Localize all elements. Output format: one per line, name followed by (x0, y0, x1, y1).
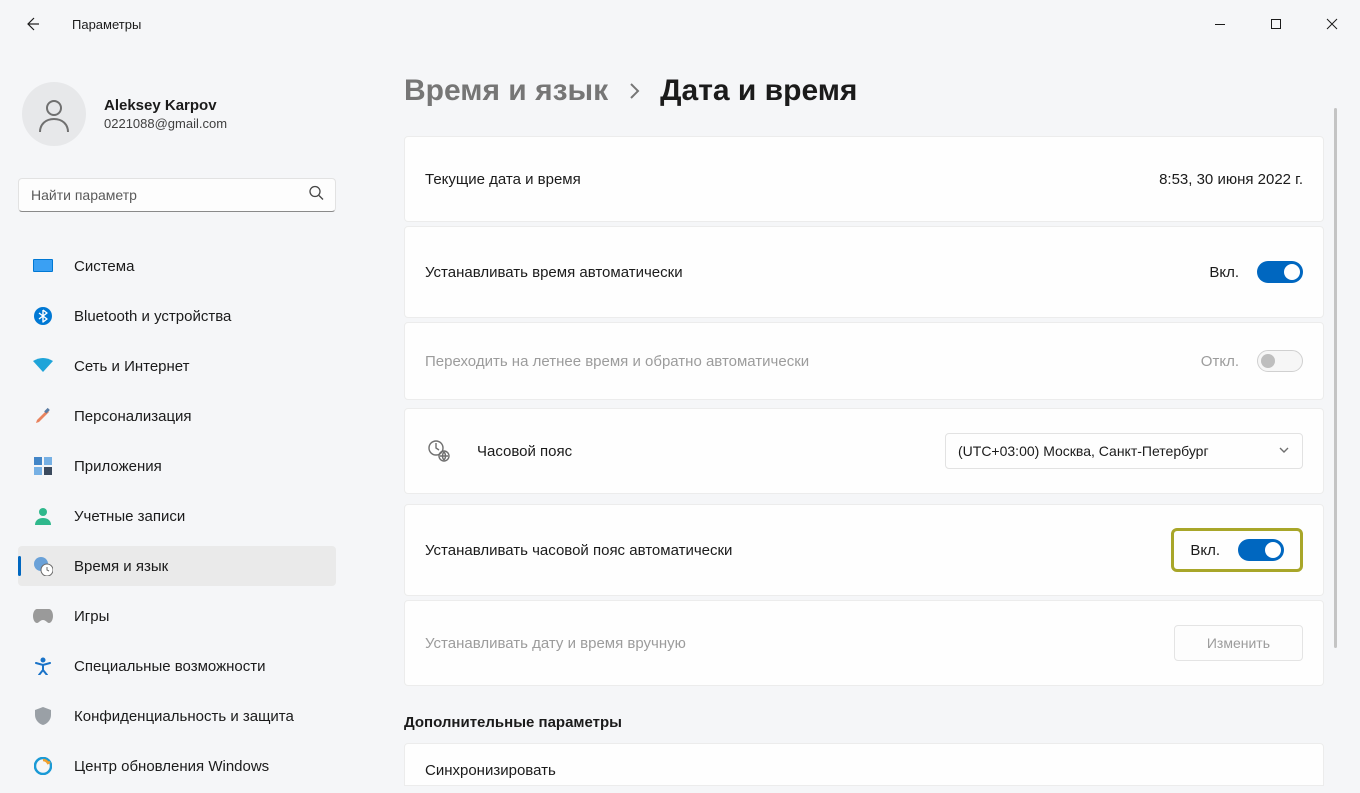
sidebar-nav: Система Bluetooth и устройства Сеть и Ин… (18, 246, 336, 793)
sidebar-item-system[interactable]: Система (18, 246, 336, 286)
search-icon (308, 185, 324, 206)
person-icon (34, 94, 74, 134)
dst-toggle (1257, 350, 1303, 372)
wifi-icon (32, 355, 54, 377)
sidebar-item-privacy[interactable]: Конфиденциальность и защита (18, 696, 336, 736)
sidebar-item-time-language[interactable]: Время и язык (18, 546, 336, 586)
sidebar-item-label: Время и язык (74, 558, 168, 575)
paintbrush-icon (32, 405, 54, 427)
search-input[interactable] (18, 178, 336, 212)
sidebar-item-label: Центр обновления Windows (74, 758, 269, 775)
sidebar-item-label: Персонализация (74, 408, 192, 425)
row-label: Синхронизировать (425, 762, 556, 779)
chevron-right-icon (628, 74, 640, 108)
sidebar-item-label: Специальные возможности (74, 658, 266, 675)
gamepad-icon (32, 605, 54, 627)
sidebar-item-network[interactable]: Сеть и Интернет (18, 346, 336, 386)
sidebar-item-windows-update[interactable]: Центр обновления Windows (18, 746, 336, 786)
timezone-icon (425, 437, 453, 465)
breadcrumb-parent[interactable]: Время и язык (404, 74, 608, 108)
sidebar-item-label: Учетные записи (74, 508, 185, 525)
current-datetime-value: 8:53, 30 июня 2022 г. (1159, 171, 1303, 188)
maximize-icon (1270, 18, 1282, 30)
scrollbar-thumb[interactable] (1334, 108, 1337, 648)
sidebar-item-label: Конфиденциальность и защита (74, 708, 294, 725)
row-label: Часовой пояс (477, 443, 572, 460)
row-label: Устанавливать время автоматически (425, 264, 683, 281)
sidebar-item-apps[interactable]: Приложения (18, 446, 336, 486)
sidebar-item-accessibility[interactable]: Специальные возможности (18, 646, 336, 686)
sidebar-item-label: Сеть и Интернет (74, 358, 190, 375)
maximize-button[interactable] (1248, 8, 1304, 40)
sidebar-item-label: Bluetooth и устройства (74, 308, 231, 325)
close-button[interactable] (1304, 8, 1360, 40)
chevron-down-icon (1278, 443, 1290, 459)
card-dst: Переходить на летнее время и обратно авт… (404, 322, 1324, 400)
card-auto-time: Устанавливать время автоматически Вкл. (404, 226, 1324, 318)
card-timezone: Часовой пояс (UTC+03:00) Москва, Санкт-П… (404, 408, 1324, 494)
row-label: Устанавливать часовой пояс автоматически (425, 542, 732, 559)
back-button[interactable] (22, 14, 42, 34)
breadcrumb-current: Дата и время (660, 74, 857, 108)
auto-time-toggle[interactable] (1257, 261, 1303, 283)
change-button: Изменить (1174, 625, 1303, 661)
section-additional-title: Дополнительные параметры (404, 714, 1324, 731)
display-icon (32, 255, 54, 277)
sidebar-item-bluetooth[interactable]: Bluetooth и устройства (18, 296, 336, 336)
row-label: Устанавливать дату и время вручную (425, 635, 686, 652)
minimize-button[interactable] (1192, 8, 1248, 40)
row-label: Переходить на летнее время и обратно авт… (425, 353, 809, 370)
card-set-manually: Устанавливать дату и время вручную Измен… (404, 600, 1324, 686)
arrow-left-icon (24, 16, 40, 32)
avatar (22, 82, 86, 146)
minimize-icon (1214, 18, 1226, 30)
window-controls (1192, 8, 1360, 40)
toggle-state-label: Вкл. (1190, 542, 1220, 559)
profile-email: 0221088@gmail.com (104, 116, 227, 131)
shield-icon (32, 705, 54, 727)
toggle-state-label: Вкл. (1209, 264, 1239, 281)
app-title: Параметры (72, 17, 141, 32)
main-area: Время и язык Дата и время Текущие дата и… (354, 48, 1360, 793)
breadcrumb: Время и язык Дата и время (404, 74, 1324, 108)
search-box (18, 178, 336, 212)
sidebar-item-label: Приложения (74, 458, 162, 475)
timezone-dropdown[interactable]: (UTC+03:00) Москва, Санкт-Петербург (945, 433, 1303, 469)
scrollbar[interactable] (1332, 108, 1342, 758)
sidebar-item-gaming[interactable]: Игры (18, 596, 336, 636)
row-label: Текущие дата и время (425, 171, 581, 188)
highlight-box: Вкл. (1171, 528, 1303, 572)
apps-icon (32, 455, 54, 477)
auto-timezone-toggle[interactable] (1238, 539, 1284, 561)
sidebar-item-label: Система (74, 258, 134, 275)
card-auto-timezone: Устанавливать часовой пояс автоматически… (404, 504, 1324, 596)
sidebar-item-label: Игры (74, 608, 109, 625)
dropdown-value: (UTC+03:00) Москва, Санкт-Петербург (958, 443, 1268, 459)
globe-clock-icon (32, 555, 54, 577)
profile-name: Aleksey Karpov (104, 97, 227, 114)
accessibility-icon (32, 655, 54, 677)
toggle-state-label: Откл. (1201, 353, 1239, 370)
account-icon (32, 505, 54, 527)
bluetooth-icon (32, 305, 54, 327)
card-sync: Синхронизировать (404, 743, 1324, 786)
close-icon (1326, 18, 1338, 30)
card-current-datetime: Текущие дата и время 8:53, 30 июня 2022 … (404, 136, 1324, 222)
update-icon (32, 755, 54, 777)
profile-block[interactable]: Aleksey Karpov 0221088@gmail.com (22, 82, 336, 146)
title-bar: Параметры (0, 0, 1360, 48)
sidebar-item-accounts[interactable]: Учетные записи (18, 496, 336, 536)
sidebar-item-personalization[interactable]: Персонализация (18, 396, 336, 436)
sidebar: Aleksey Karpov 0221088@gmail.com Система… (0, 48, 354, 793)
